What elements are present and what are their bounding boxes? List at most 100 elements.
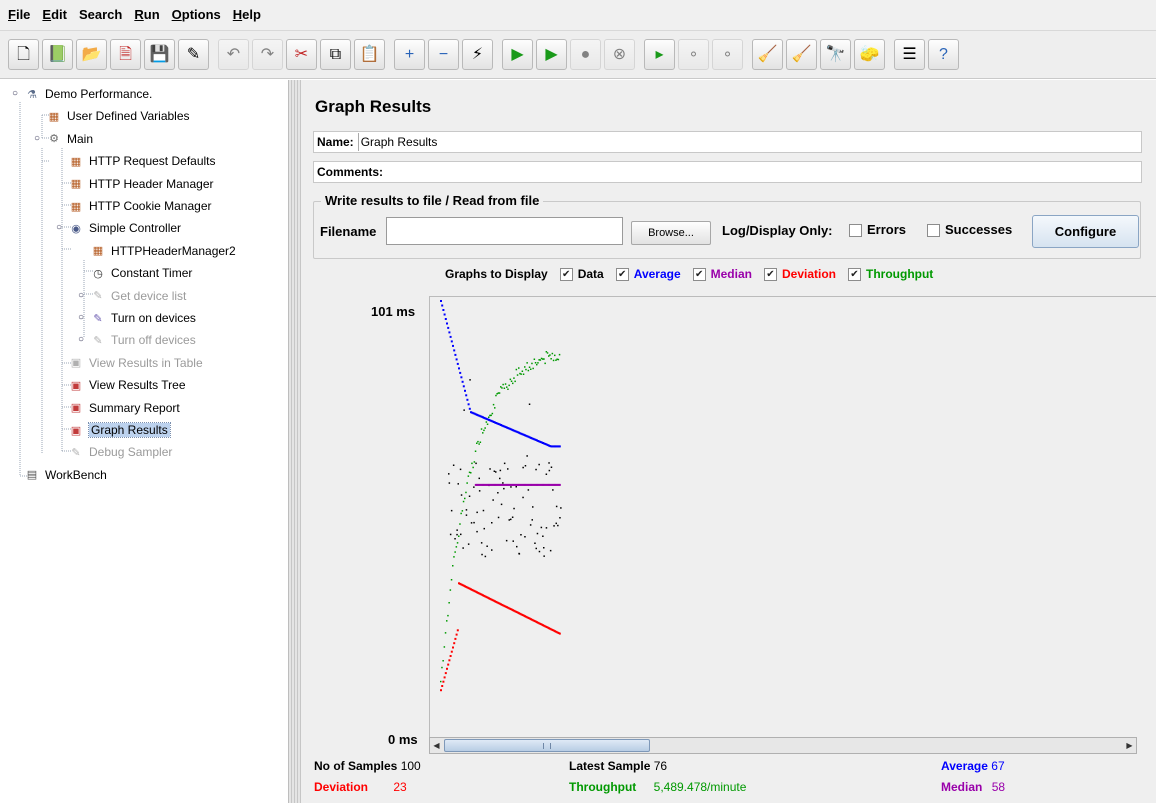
graph-toggle-throughput[interactable]: Throughput [848, 267, 933, 281]
thread-group-icon: ⚙ [49, 133, 59, 146]
throughput-point [484, 427, 486, 429]
tree-node-label: Demo Performance. [45, 87, 153, 101]
tree-node[interactable]: ▣ View Results Tree [68, 375, 186, 395]
save-as-button[interactable]: ✎ [178, 39, 209, 70]
name-field[interactable]: Graph Results [357, 133, 1141, 151]
collapse-toggle-icon[interactable]: ○ [12, 89, 21, 99]
comments-field[interactable] [387, 163, 1141, 181]
menu-edit[interactable]: Edit [36, 0, 73, 30]
search-icon: 🔭 [825, 45, 846, 63]
start-no-pauses-button[interactable]: ▶ [536, 39, 567, 70]
errors-checkbox[interactable]: Errors [849, 222, 906, 238]
menu-options[interactable]: Options [166, 0, 227, 30]
redo-button[interactable]: ↷ [252, 39, 283, 70]
graph-toggle-average[interactable]: Average [615, 267, 681, 281]
new-button[interactable]: 🗋 [8, 39, 39, 70]
throughput-point [518, 367, 520, 369]
graph-toggle-data[interactable]: Data [559, 267, 604, 281]
tree-node[interactable]: ▣ View Results in Table [68, 353, 203, 373]
stop-button[interactable]: ● [570, 39, 601, 70]
test-plan-tree[interactable]: ⚗ Demo Performance. ○ ▦ User Defined Variabl… [0, 80, 289, 803]
throughput-point [527, 369, 530, 372]
data-point [545, 473, 548, 475]
remote-stop-button[interactable]: ∘ [678, 39, 709, 70]
checkbox-icon[interactable] [615, 267, 629, 281]
split-pane-divider[interactable] [289, 80, 301, 803]
collapse-toggle-icon[interactable]: ○ [56, 223, 65, 233]
reset-search-button[interactable]: 🧽 [854, 39, 885, 70]
templates-button[interactable]: 📗 [42, 39, 73, 70]
expand-all-button[interactable]: + [394, 39, 425, 70]
start-button[interactable]: ▶ [502, 39, 533, 70]
clear-button[interactable]: 🧹 [752, 39, 783, 70]
tree-node[interactable]: ▦ HTTP Header Manager [68, 174, 214, 194]
shutdown-icon: ⊗ [612, 45, 627, 63]
tree-node[interactable]: ▦ HTTP Request Defaults [68, 151, 216, 171]
menu-file[interactable]: File [0, 0, 36, 30]
browse-button[interactable]: Browse... [631, 221, 711, 245]
tree-node[interactable]: ◷ Constant Timer [90, 263, 192, 283]
filename-input[interactable] [386, 217, 623, 245]
checkbox-icon[interactable] [559, 267, 573, 281]
toggle-button[interactable]: ⚡ [462, 39, 493, 70]
help-button[interactable]: ? [928, 39, 959, 70]
scroll-left-icon[interactable]: ◀ [430, 738, 443, 753]
successes-checkbox[interactable]: Successes [927, 222, 1012, 238]
tree-node[interactable]: ▦ HTTP Cookie Manager [68, 196, 212, 216]
throughput-point [485, 421, 488, 423]
expand-toggle-icon[interactable]: ○ [78, 313, 87, 323]
graph-canvas [429, 296, 1156, 748]
checkbox-icon[interactable] [763, 267, 777, 281]
throughput-point [522, 373, 525, 375]
expand-toggle-icon[interactable]: ○ [78, 335, 87, 345]
cut-button[interactable]: ✂ [286, 39, 317, 70]
search-button[interactable]: 🔭 [820, 39, 851, 70]
throughput-point [455, 546, 458, 548]
menu-help[interactable]: Help [227, 0, 267, 30]
tree-node[interactable]: ▦ HTTPHeaderManager2 [90, 241, 236, 261]
menu-search[interactable]: Search [73, 0, 128, 30]
tree-node[interactable]: ✎ Debug Sampler [68, 442, 172, 462]
configure-button[interactable]: Configure [1032, 215, 1139, 248]
shutdown-button[interactable]: ⊗ [604, 39, 635, 70]
tree-node[interactable]: ✎ Turn on devices [90, 308, 196, 328]
tree-node-label: Summary Report [89, 400, 180, 415]
undo-button[interactable]: ↶ [218, 39, 249, 70]
scrollbar-thumb[interactable] [444, 739, 650, 752]
tree-node[interactable]: ▣ Summary Report [68, 398, 180, 418]
collapse-all-button[interactable]: − [428, 39, 459, 70]
tree-node[interactable]: ⚙ Main [46, 129, 93, 149]
menu-run[interactable]: Run [128, 0, 165, 30]
checkbox-icon[interactable] [848, 267, 861, 281]
successes-checkbox-box[interactable] [927, 224, 940, 238]
tree-node[interactable]: ▣ Graph Results [68, 420, 171, 440]
data-point [512, 540, 514, 542]
graph-toggle-deviation[interactable]: Deviation [763, 267, 836, 281]
tree-node[interactable]: ◉ Simple Controller [68, 218, 181, 238]
expand-toggle-icon[interactable]: ○ [78, 290, 87, 300]
close-button[interactable]: 🗎 [110, 39, 141, 70]
clear-all-button[interactable]: 🧹 [786, 39, 817, 70]
tree-node[interactable]: ▦ User Defined Variables [46, 106, 190, 126]
tree-node[interactable]: ✎ Get device list [90, 286, 186, 306]
tree-node-label: Turn off devices [111, 333, 196, 348]
save-button[interactable]: 💾 [144, 39, 175, 70]
paste-button[interactable]: 📋 [354, 39, 385, 70]
graph-horizontal-scrollbar[interactable]: ◀ ▶ [429, 737, 1137, 754]
checkbox-icon[interactable] [692, 267, 706, 281]
collapse-toggle-icon[interactable]: ○ [34, 133, 43, 143]
graph-toggle-median[interactable]: Median [692, 267, 752, 281]
tree-node[interactable]: ⚗ Demo Performance. [24, 84, 152, 104]
open-button[interactable]: 📂 [76, 39, 107, 70]
remote-shutdown-button[interactable]: ∘ [712, 39, 743, 70]
scroll-right-icon[interactable]: ▶ [1123, 738, 1136, 753]
tree-node[interactable]: ▤ WorkBench [24, 465, 107, 485]
tree-node[interactable]: ✎ Turn off devices [90, 330, 196, 350]
copy-button[interactable]: ⧉ [320, 39, 351, 70]
sampler-icon: ✎ [93, 290, 103, 303]
function-helper-button[interactable]: ☰ [894, 39, 925, 70]
remote-stop-icon: ∘ [688, 45, 699, 63]
data-point [483, 527, 485, 530]
remote-start-button[interactable]: ▸ [644, 39, 675, 70]
errors-checkbox-box[interactable] [849, 224, 862, 238]
